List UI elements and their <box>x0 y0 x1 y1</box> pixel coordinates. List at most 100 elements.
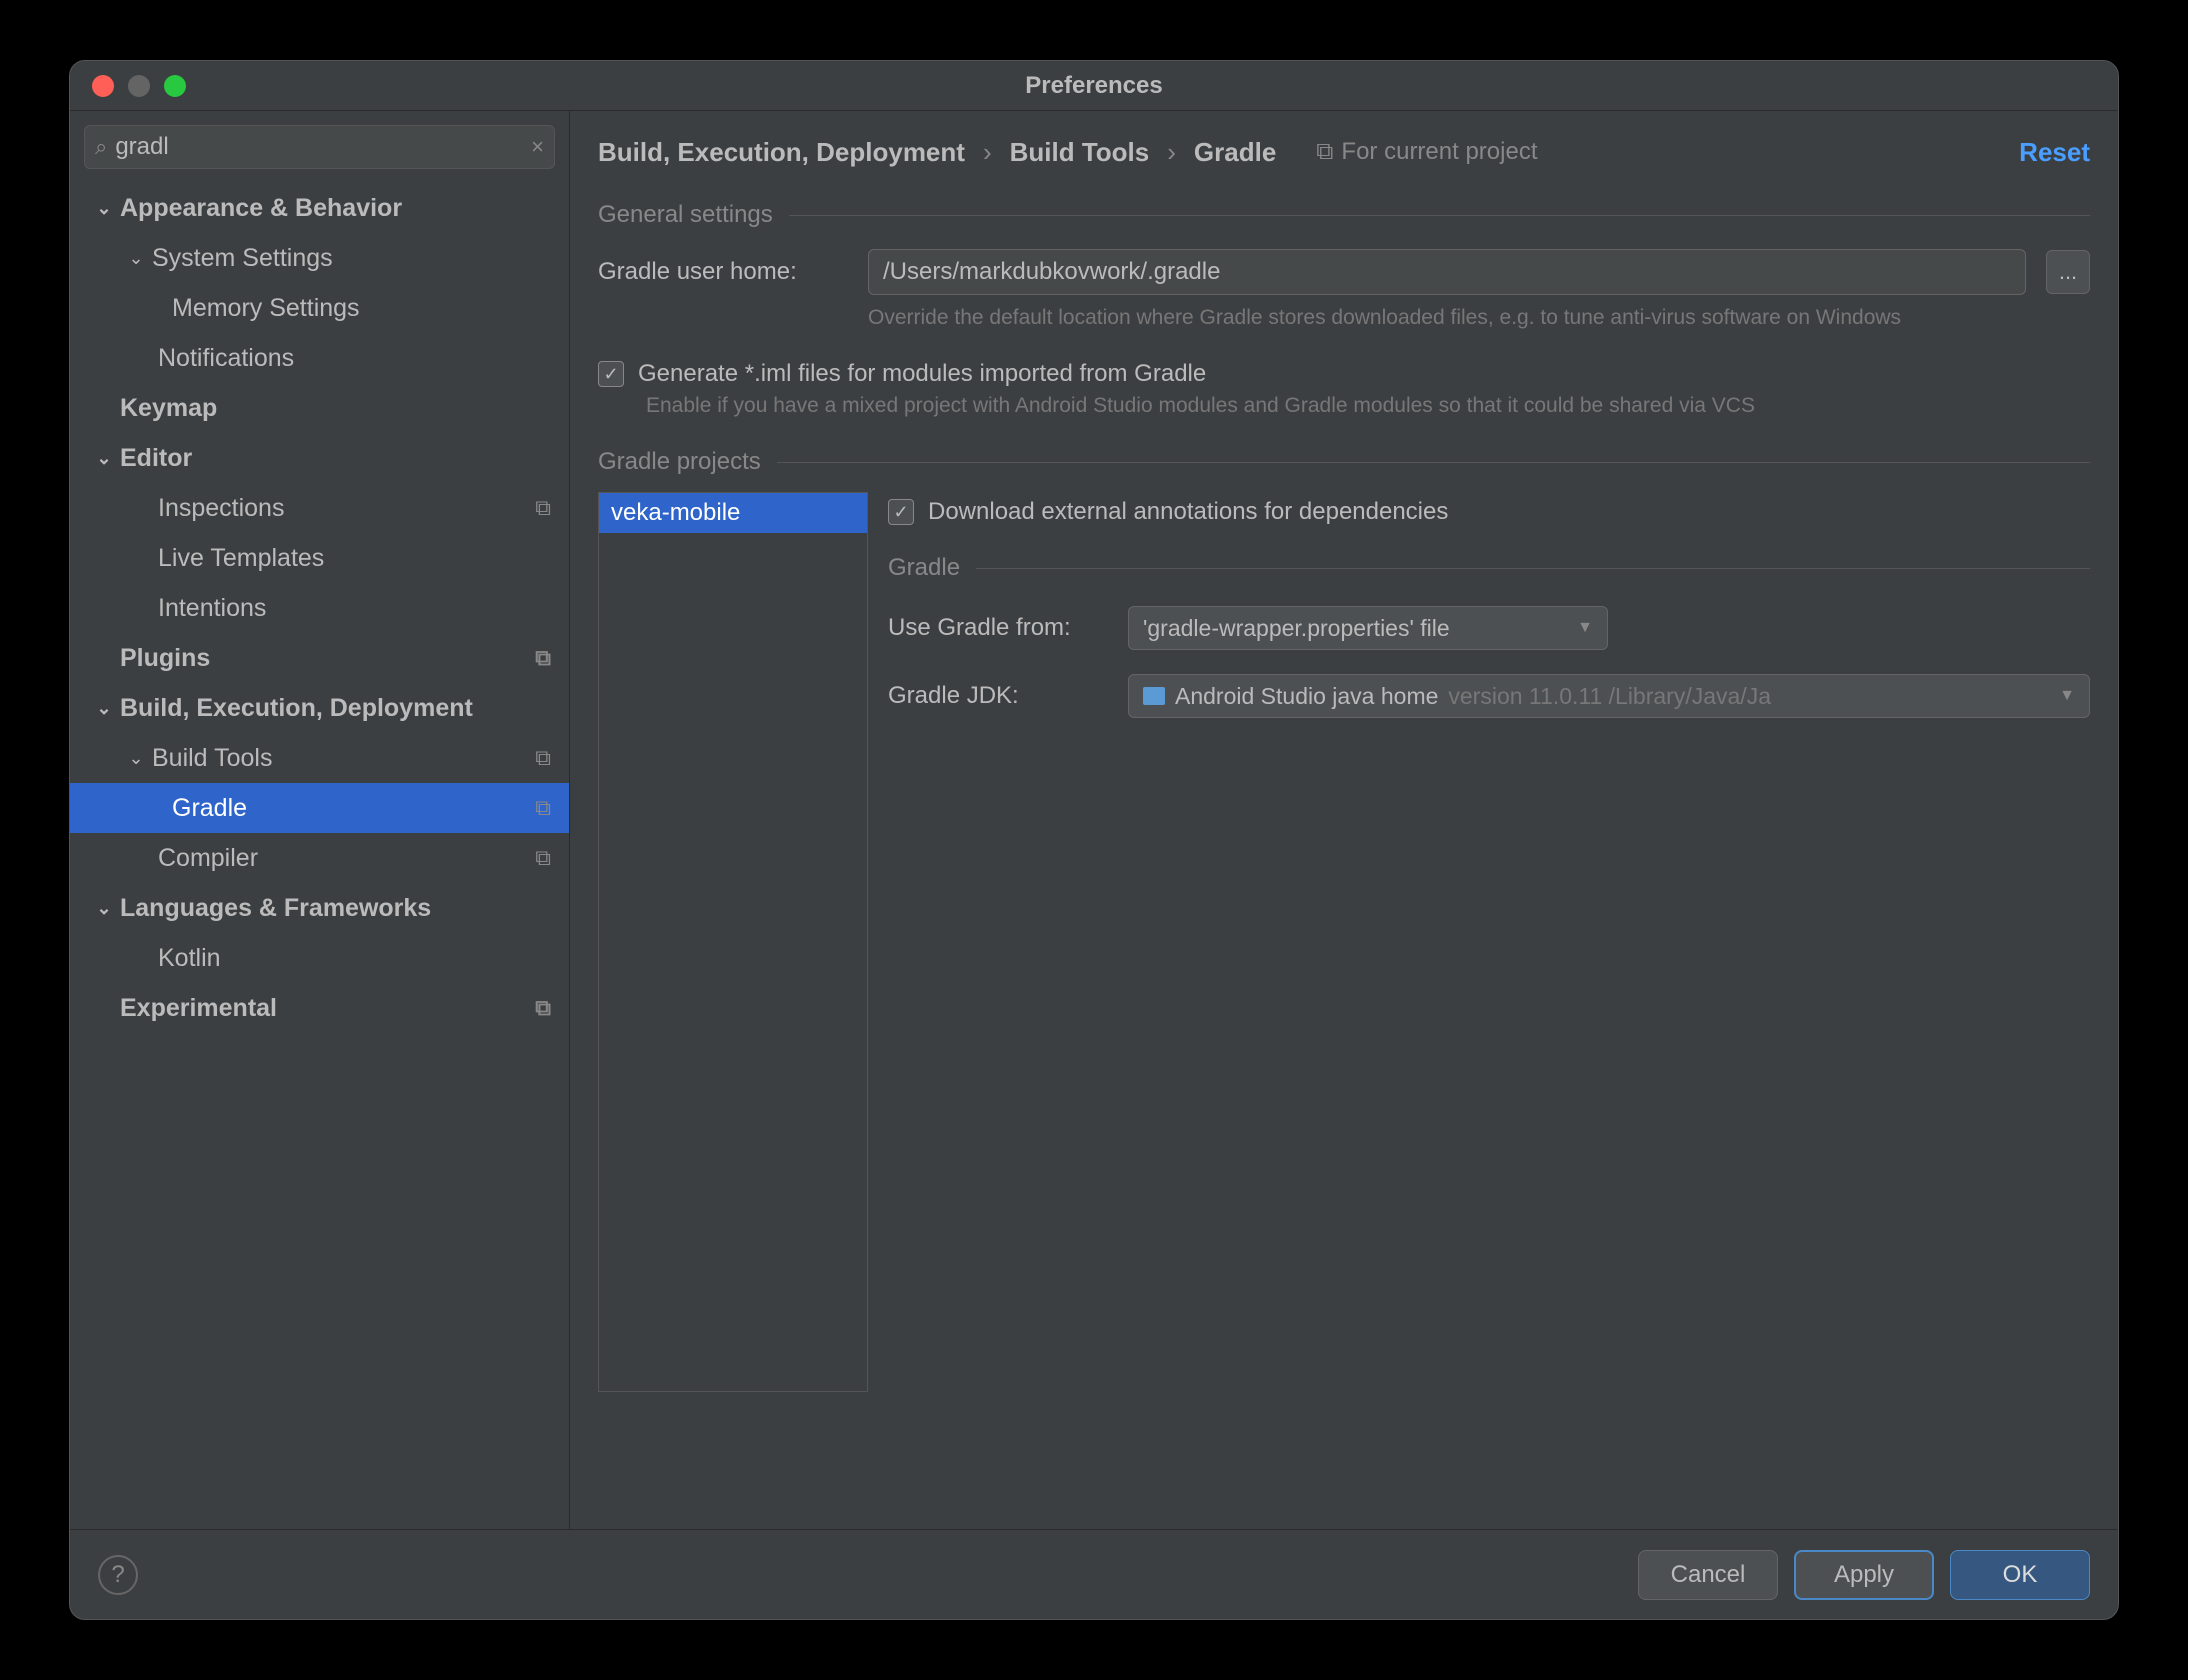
section-general-label: General settings <box>598 201 773 229</box>
minimize-icon[interactable] <box>128 75 150 97</box>
search-input[interactable] <box>115 133 531 161</box>
content: General settings Gradle user home: ... O… <box>570 175 2118 1529</box>
user-home-input[interactable] <box>868 249 2026 295</box>
tree-item-label: Keymap <box>120 394 217 423</box>
copy-icon: ⧉ <box>535 845 551 871</box>
row-jdk: Gradle JDK: Android Studio java home ver… <box>888 674 2090 718</box>
main-panel: Build, Execution, Deployment › Build Too… <box>570 111 2118 1529</box>
scope-text: For current project <box>1341 138 1537 166</box>
search-wrap: ⌕ × <box>70 111 569 179</box>
tree-item-languages-frameworks[interactable]: ⌄ Languages & Frameworks <box>70 883 569 933</box>
download-label[interactable]: Download external annotations for depend… <box>928 498 1448 526</box>
jdk-label: Gradle JDK: <box>888 682 1108 710</box>
section-general: General settings <box>598 201 2090 229</box>
chevron-down-icon[interactable]: ⌄ <box>126 748 146 769</box>
subsection-gradle: Gradle <box>888 554 2090 582</box>
header: Build, Execution, Deployment › Build Too… <box>570 111 2118 175</box>
tree-item-label: Compiler <box>158 844 258 873</box>
crumb-2[interactable]: Gradle <box>1194 137 1276 168</box>
jdk-select[interactable]: Android Studio java home version 11.0.11… <box>1128 674 2090 718</box>
copy-icon: ⧉ <box>535 995 551 1021</box>
tree-item-plugins[interactable]: Plugins⧉ <box>70 633 569 683</box>
chevron-down-icon[interactable]: ⌄ <box>94 448 114 469</box>
row-iml: Generate *.iml files for modules importe… <box>598 360 2090 388</box>
section-projects-label: Gradle projects <box>598 448 761 476</box>
tree-item-label: Build, Execution, Deployment <box>120 694 473 723</box>
crumb-0[interactable]: Build, Execution, Deployment <box>598 137 965 168</box>
help-button[interactable]: ? <box>98 1555 138 1595</box>
jdk-icon <box>1143 687 1165 705</box>
window-controls <box>92 75 186 97</box>
copy-icon: ⧉ <box>535 645 551 671</box>
tree-item-label: Live Templates <box>158 544 324 573</box>
chevron-down-icon: ▼ <box>2059 687 2075 705</box>
tree-item-label: Appearance & Behavior <box>120 194 402 223</box>
row-user-home: Gradle user home: ... <box>598 249 2090 295</box>
iml-hint: Enable if you have a mixed project with … <box>646 394 2090 418</box>
tree-item-build-execution-deployment[interactable]: ⌄ Build, Execution, Deployment <box>70 683 569 733</box>
tree-item-label: Inspections <box>158 494 284 523</box>
tree-item-label: Kotlin <box>158 944 221 973</box>
tree-item-label: Languages & Frameworks <box>120 894 431 923</box>
section-projects: Gradle projects <box>598 448 2090 476</box>
close-icon[interactable] <box>92 75 114 97</box>
chevron-down-icon[interactable]: ⌄ <box>126 248 146 269</box>
copy-icon: ⧉ <box>535 495 551 521</box>
tree-item-intentions[interactable]: Intentions <box>70 583 569 633</box>
tree-item-system-settings[interactable]: ⌄System Settings <box>70 233 569 283</box>
tree-item-memory-settings[interactable]: Memory Settings <box>70 283 569 333</box>
user-home-label: Gradle user home: <box>598 258 848 286</box>
tree-item-build-tools[interactable]: ⌄ Build Tools ⧉ <box>70 733 569 783</box>
tree-item-editor[interactable]: ⌄ Editor <box>70 433 569 483</box>
projects-list[interactable]: veka-mobile <box>598 492 868 1392</box>
footer: ? Cancel Apply OK <box>70 1529 2118 1619</box>
search-icon: ⌕ <box>95 134 107 160</box>
settings-tree: ⌄ Appearance & Behavior ⌄System Settings Me… <box>70 179 569 1529</box>
maximize-icon[interactable] <box>164 75 186 97</box>
tree-item-inspections[interactable]: Inspections ⧉ <box>70 483 569 533</box>
browse-button[interactable]: ... <box>2046 250 2090 294</box>
use-from-select[interactable]: 'gradle-wrapper.properties' file ▼ <box>1128 606 1608 650</box>
titlebar: Preferences <box>70 61 2118 111</box>
window-title: Preferences <box>1025 72 1162 100</box>
search-field[interactable]: ⌕ × <box>84 125 555 169</box>
tree-item-live-templates[interactable]: Live Templates <box>70 533 569 583</box>
jdk-detail: version 11.0.11 /Library/Java/Ja <box>1448 683 1771 710</box>
chevron-down-icon[interactable]: ⌄ <box>94 898 114 919</box>
row-download: Download external annotations for depend… <box>888 498 2090 526</box>
tree-item-label: Editor <box>120 444 192 473</box>
iml-checkbox[interactable] <box>598 361 624 387</box>
tree-item-keymap[interactable]: Keymap <box>70 383 569 433</box>
divider <box>976 568 2090 569</box>
reset-link[interactable]: Reset <box>2019 137 2090 168</box>
crumb-1[interactable]: Build Tools <box>1010 137 1150 168</box>
download-checkbox[interactable] <box>888 499 914 525</box>
user-home-hint: Override the default location where Grad… <box>868 303 2090 332</box>
tree-item-gradle[interactable]: Gradle⧉ <box>70 783 569 833</box>
tree-item-appearance-behavior[interactable]: ⌄ Appearance & Behavior <box>70 183 569 233</box>
cancel-button[interactable]: Cancel <box>1638 1550 1778 1600</box>
tree-item-experimental[interactable]: Experimental⧉ <box>70 983 569 1033</box>
tree-item-notifications[interactable]: Notifications <box>70 333 569 383</box>
use-from-value: 'gradle-wrapper.properties' file <box>1143 615 1450 642</box>
clear-search-icon[interactable]: × <box>531 134 544 160</box>
ok-button[interactable]: OK <box>1950 1550 2090 1600</box>
tree-item-label: Memory Settings <box>172 294 360 323</box>
chevron-down-icon[interactable]: ⌄ <box>94 198 114 219</box>
iml-label[interactable]: Generate *.iml files for modules importe… <box>638 360 1206 388</box>
jdk-value: Android Studio java home <box>1175 683 1438 710</box>
apply-button[interactable]: Apply <box>1794 1550 1934 1600</box>
copy-icon: ⧉ <box>535 745 551 771</box>
chevron-right-icon: › <box>1167 137 1176 168</box>
divider <box>777 462 2090 463</box>
chevron-down-icon[interactable]: ⌄ <box>94 698 114 719</box>
row-use-from: Use Gradle from: 'gradle-wrapper.propert… <box>888 606 2090 650</box>
tree-item-label: Build Tools <box>152 744 272 773</box>
project-panel: Download external annotations for depend… <box>888 492 2090 1392</box>
tree-item-compiler[interactable]: Compiler ⧉ <box>70 833 569 883</box>
body: ⌕ × ⌄ Appearance & Behavior ⌄System Settin… <box>70 111 2118 1529</box>
copy-icon: ⧉ <box>1316 138 1333 166</box>
copy-icon: ⧉ <box>535 795 551 821</box>
project-item[interactable]: veka-mobile <box>599 493 867 533</box>
tree-item-kotlin[interactable]: Kotlin <box>70 933 569 983</box>
